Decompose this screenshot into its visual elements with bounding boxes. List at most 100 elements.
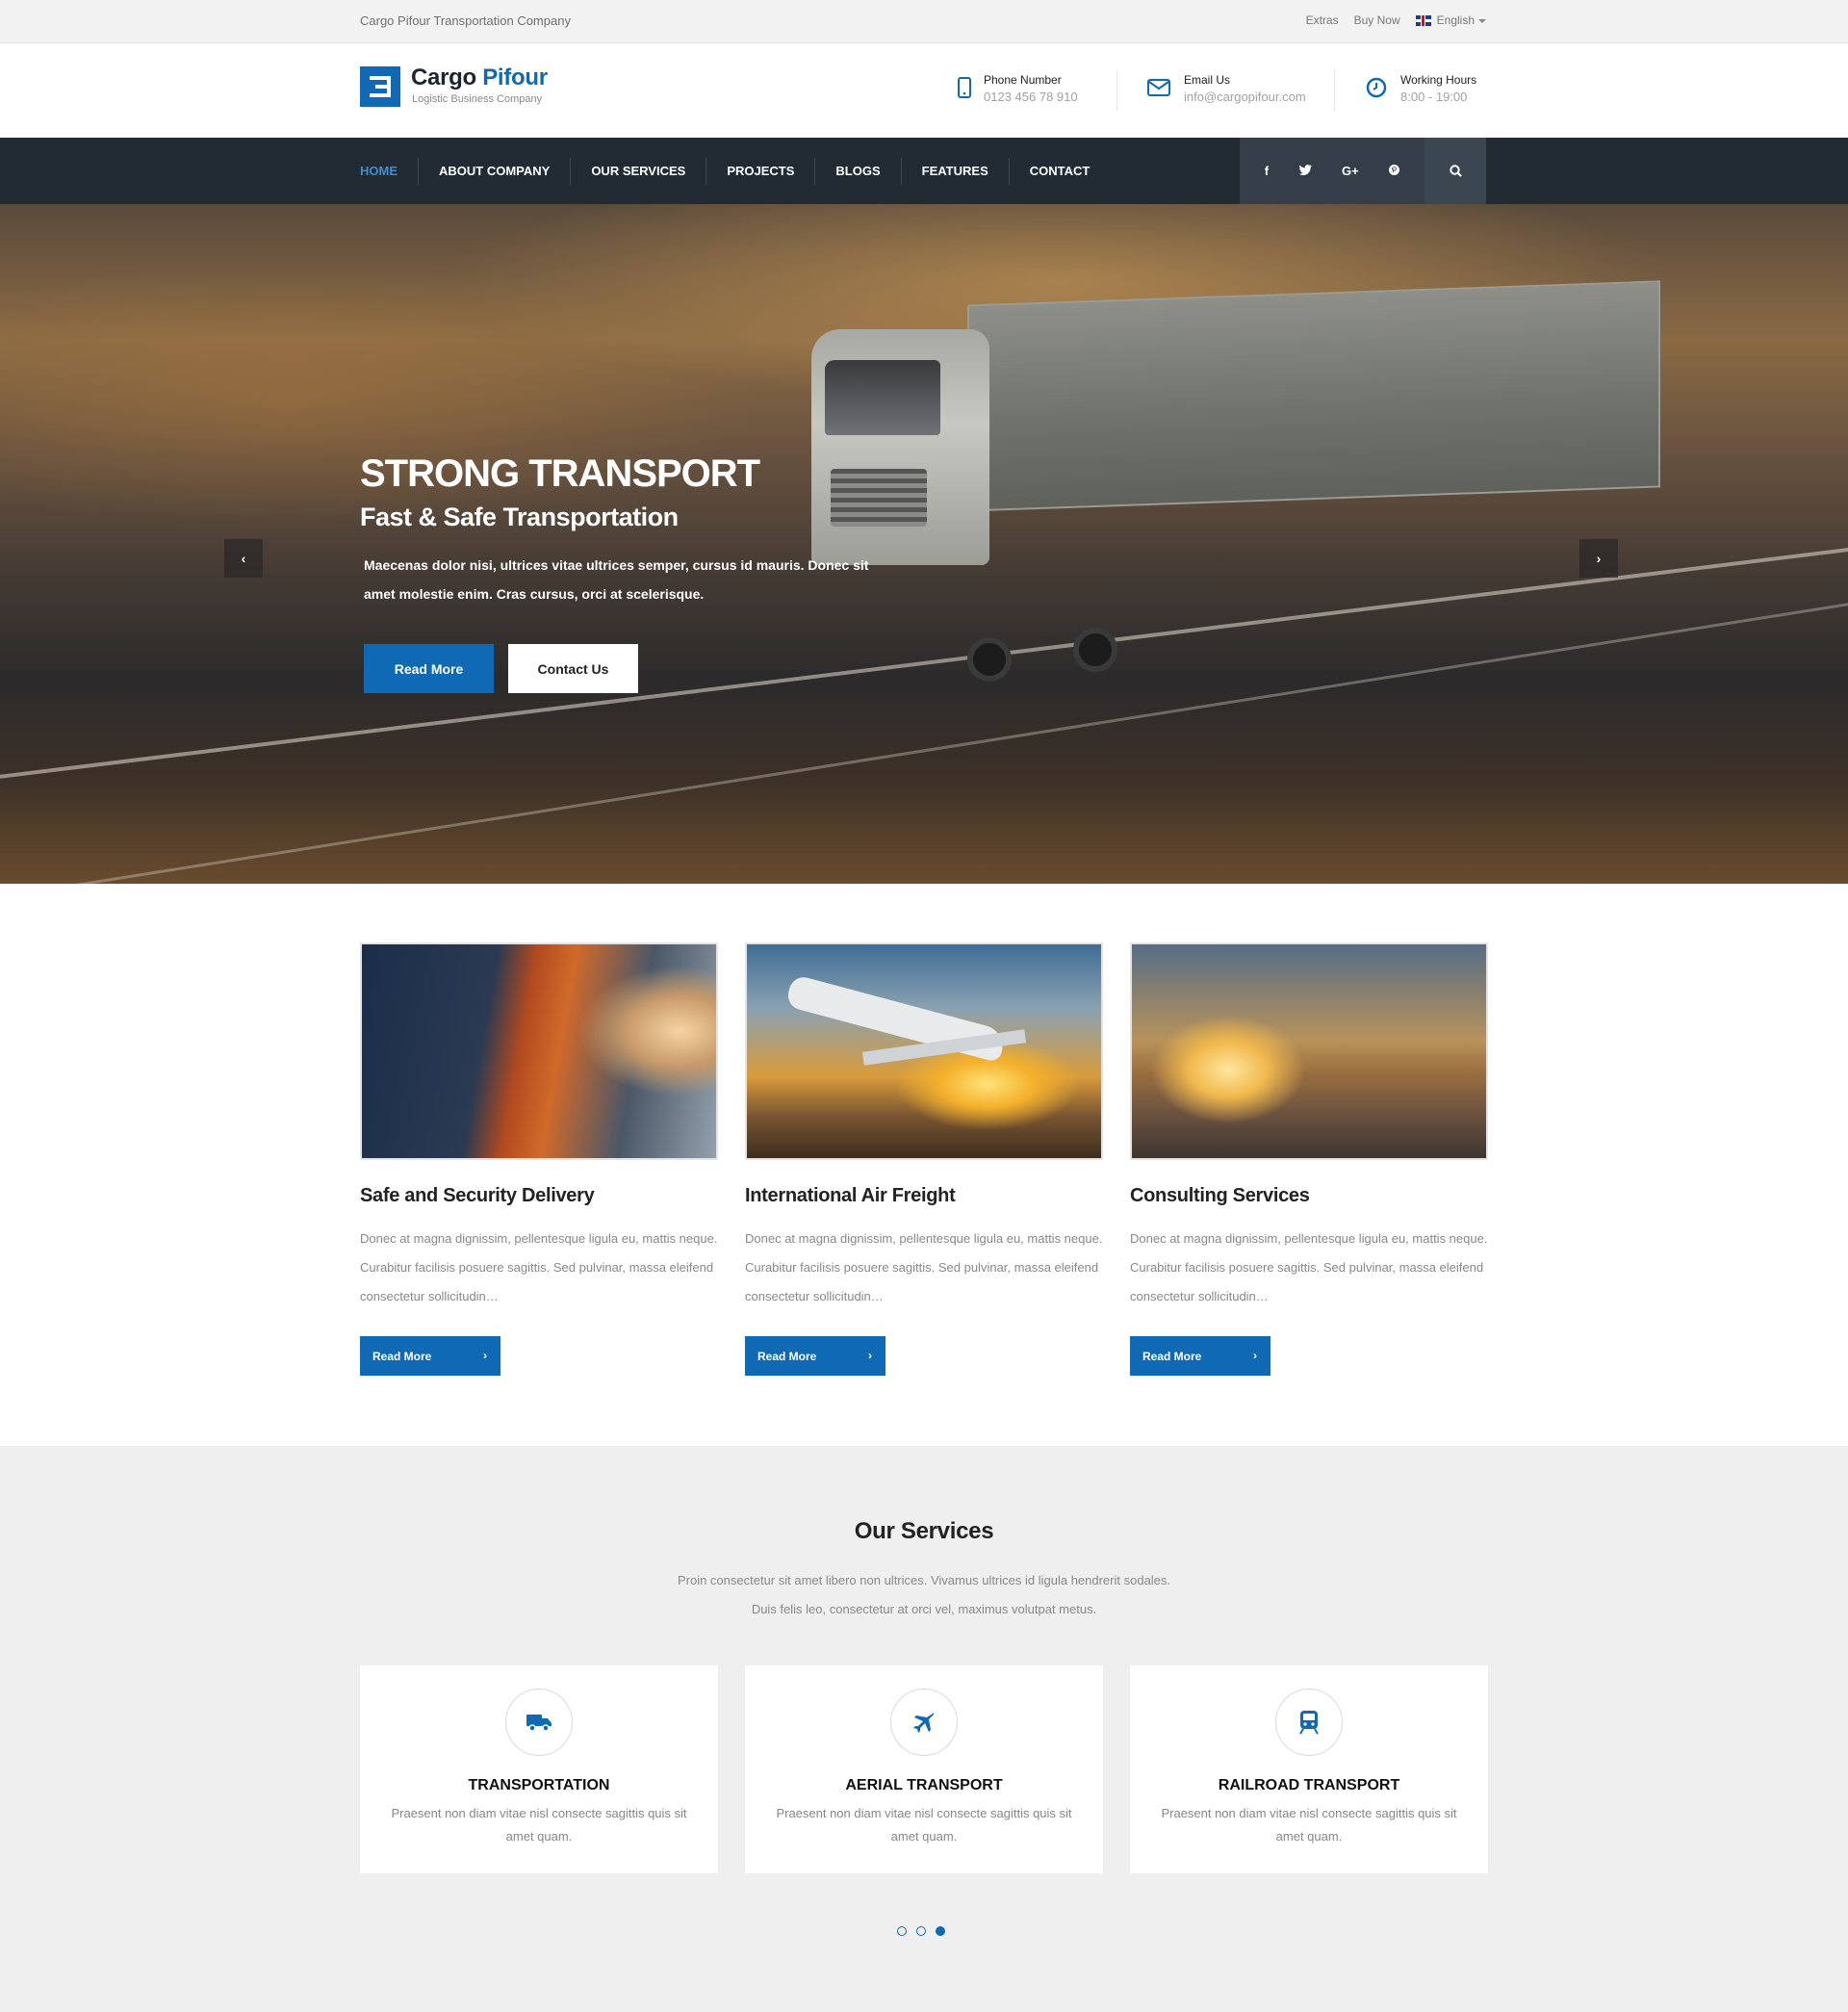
envelope-icon: [1134, 72, 1184, 103]
section-intro: Proin consectetur sit amet libero non ul…: [0, 1566, 1848, 1624]
twitter-icon[interactable]: [1298, 164, 1312, 178]
hours-info: Working Hours 8:00 - 19:00: [1352, 72, 1476, 107]
pagination-dot-active[interactable]: [936, 1926, 945, 1936]
nav-projects[interactable]: PROJECTS: [706, 157, 814, 185]
truck-photo: [360, 942, 718, 1160]
nav-contact[interactable]: CONTACT: [1008, 157, 1111, 185]
hero-truck-wheel: [1073, 628, 1117, 672]
feature-title[interactable]: Safe and Security Delivery: [360, 1185, 718, 1207]
nav-about-company[interactable]: ABOUT COMPANY: [418, 157, 570, 185]
hero-truck-trailer: [967, 280, 1660, 512]
truck-icon: [505, 1689, 573, 1756]
hours-label: Working Hours: [1400, 73, 1477, 87]
phone-label: Phone Number: [984, 73, 1062, 87]
top-tagline: Cargo Pifour Transportation Company: [360, 13, 571, 28]
feature-read-more-button[interactable]: Read More ›: [1130, 1336, 1270, 1376]
email-info: Email Us info@cargopifour.com: [1134, 72, 1306, 107]
carousel-pagination: [897, 1926, 945, 1936]
hero-road-line: [0, 562, 1848, 884]
feature-title[interactable]: International Air Freight: [745, 1185, 1103, 1207]
feature-read-more-button[interactable]: Read More ›: [360, 1336, 500, 1376]
feature-read-more-button[interactable]: Read More ›: [745, 1336, 886, 1376]
brand-name[interactable]: Cargo Pifour: [411, 64, 548, 91]
service-card[interactable]: RAILROAD TRANSPORT Praesent non diam vit…: [1130, 1665, 1488, 1873]
nav-blogs[interactable]: BLOGS: [814, 157, 900, 185]
nav-our-services[interactable]: OUR SERVICES: [570, 157, 706, 185]
service-text: Praesent non diam vitae nisl consecte sa…: [391, 1806, 687, 1844]
divider: [1334, 70, 1335, 111]
nav-home[interactable]: HOME: [360, 158, 418, 185]
chevron-right-icon: ›: [868, 1349, 872, 1362]
chevron-right-icon: ›: [1253, 1349, 1257, 1362]
service-card[interactable]: AERIAL TRANSPORT Praesent non diam vitae…: [745, 1665, 1103, 1873]
features-section: Safe and Security Delivery Donec at magn…: [0, 884, 1848, 1446]
phone-value[interactable]: 0123 456 78 910: [984, 88, 1078, 107]
nav-menu: HOME ABOUT COMPANY OUR SERVICES PROJECTS…: [360, 138, 1110, 204]
brand-accent: Pifour: [482, 64, 548, 90]
pagination-dot[interactable]: [916, 1926, 926, 1936]
buy-now-link[interactable]: Buy Now: [1354, 13, 1400, 27]
pagination-dot[interactable]: [897, 1926, 907, 1936]
email-label: Email Us: [1184, 73, 1231, 87]
caret-down-icon: [1478, 18, 1486, 23]
phone-icon: [945, 72, 984, 103]
service-title: TRANSPORTATION: [468, 1777, 610, 1793]
uk-flag-icon: [1415, 15, 1431, 27]
services-section: Our Services Proin consectetur sit amet …: [0, 1446, 1848, 2012]
feature-card: Safe and Security Delivery Donec at magn…: [360, 942, 718, 1376]
google-plus-icon[interactable]: G+: [1342, 164, 1359, 178]
nav-features[interactable]: FEATURES: [900, 157, 1009, 185]
brand-main: Cargo: [411, 64, 476, 90]
read-more-label: Read More: [372, 1349, 432, 1363]
pinterest-icon[interactable]: [1389, 164, 1400, 178]
slider-prev-button[interactable]: ‹: [224, 539, 263, 578]
service-text: Praesent non diam vitae nisl consecte sa…: [1161, 1806, 1457, 1844]
slider-next-button[interactable]: ›: [1579, 539, 1618, 578]
top-links: Extras Buy Now English: [1306, 13, 1486, 27]
hero-title: STRONG TRANSPORT: [360, 452, 760, 495]
contact-us-button[interactable]: Contact Us: [508, 644, 638, 693]
service-card[interactable]: TRANSPORTATION Praesent non diam vitae n…: [360, 1665, 718, 1873]
feature-text: Donec at magna dignissim, pellentesque l…: [745, 1231, 1103, 1303]
section-title: Our Services: [854, 1518, 994, 1544]
top-bar: Cargo Pifour Transportation Company Extr…: [0, 0, 1848, 43]
hero-slider: STRONG TRANSPORT Fast & Safe Transportat…: [0, 204, 1848, 884]
service-title: AERIAL TRANSPORT: [845, 1777, 1003, 1793]
hero-subtitle: Fast & Safe Transportation: [360, 503, 679, 531]
read-more-label: Read More: [757, 1349, 817, 1363]
feature-card: Consulting Services Donec at magna digni…: [1130, 942, 1488, 1376]
clock-icon: [1352, 72, 1400, 103]
hero-truck-cab: [811, 329, 989, 565]
hero-description: Maecenas dolor nisi, ultrices vitae ultr…: [364, 557, 869, 602]
facebook-icon[interactable]: f: [1265, 164, 1269, 178]
email-value[interactable]: info@cargopifour.com: [1184, 88, 1306, 107]
intro-line: Duis felis leo, consectetur at orci vel,…: [751, 1602, 1097, 1616]
language-selector[interactable]: English: [1415, 13, 1486, 27]
plane-icon: [890, 1689, 958, 1756]
airplane-photo: [745, 942, 1103, 1160]
service-text: Praesent non diam vitae nisl consecte sa…: [776, 1806, 1072, 1844]
extras-link[interactable]: Extras: [1306, 13, 1339, 27]
search-icon: [1449, 165, 1462, 177]
service-title: RAILROAD TRANSPORT: [1218, 1777, 1400, 1793]
hours-value: 8:00 - 19:00: [1400, 90, 1468, 104]
brand-subtitle: Logistic Business Company: [412, 93, 543, 105]
read-more-button[interactable]: Read More: [364, 644, 494, 693]
search-button[interactable]: [1424, 138, 1486, 204]
language-label: English: [1436, 13, 1475, 27]
header: Cargo Pifour Logistic Business Company P…: [0, 43, 1848, 138]
read-more-label: Read More: [1142, 1349, 1202, 1363]
feature-card: International Air Freight Donec at magna…: [745, 942, 1103, 1376]
feature-title[interactable]: Consulting Services: [1130, 1185, 1488, 1207]
divider: [1116, 70, 1117, 111]
train-photo: [1130, 942, 1488, 1160]
logo-icon[interactable]: [360, 66, 400, 107]
chevron-right-icon: ›: [483, 1349, 487, 1362]
hero-truck-wheel: [967, 637, 1012, 682]
train-icon: [1275, 1689, 1343, 1756]
feature-text: Donec at magna dignissim, pellentesque l…: [360, 1231, 718, 1303]
feature-text: Donec at magna dignissim, pellentesque l…: [1130, 1231, 1488, 1303]
social-links: f G+: [1240, 138, 1424, 204]
intro-line: Proin consectetur sit amet libero non ul…: [677, 1573, 1171, 1587]
phone-info: Phone Number 0123 456 78 910: [945, 72, 1078, 107]
